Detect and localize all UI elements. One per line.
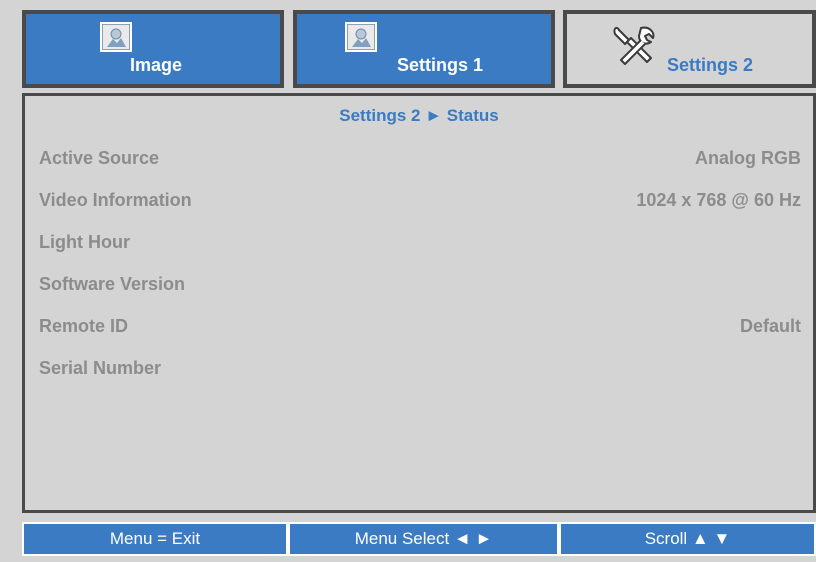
row-label: Software Version bbox=[39, 274, 186, 294]
image-icon bbox=[100, 22, 132, 52]
osd-menu: Image Settings 1 Settings 2 Settings 2 ►… bbox=[0, 0, 816, 562]
row-value: Analog RGB bbox=[695, 148, 801, 168]
row-label: Light Hour bbox=[39, 232, 130, 252]
tab-settings-1-label: Settings 1 bbox=[397, 55, 484, 75]
scroll-hint[interactable]: Scroll ▲ ▼ bbox=[559, 522, 816, 556]
status-row-video-information[interactable]: Video Information 1024 x 768 @ 60 Hz bbox=[39, 190, 801, 214]
status-row-software-version[interactable]: Software Version bbox=[39, 274, 801, 298]
status-row-serial-number[interactable]: Serial Number bbox=[39, 358, 801, 382]
row-label: Video Information bbox=[39, 190, 192, 210]
row-label: Serial Number bbox=[39, 358, 162, 378]
panel-title: Settings 2 ► Status bbox=[339, 106, 499, 125]
menu-select-hint[interactable]: Menu Select ◄ ► bbox=[288, 522, 559, 556]
tab-image[interactable]: Image bbox=[22, 10, 284, 88]
tools-icon bbox=[611, 24, 661, 75]
status-panel: Settings 2 ► Status Active Source Analog… bbox=[22, 93, 816, 513]
status-row-light-hour[interactable]: Light Hour bbox=[39, 232, 801, 256]
tab-image-label: Image bbox=[130, 55, 183, 75]
tab-settings-1[interactable]: Settings 1 bbox=[293, 10, 555, 88]
tab-settings-2[interactable]: Settings 2 bbox=[563, 10, 816, 88]
image-icon bbox=[345, 22, 377, 52]
row-label: Active Source bbox=[39, 148, 160, 168]
row-value: 1024 x 768 @ 60 Hz bbox=[636, 190, 801, 210]
row-label: Remote ID bbox=[39, 316, 129, 336]
footer-hints: Menu = Exit Menu Select ◄ ► Scroll ▲ ▼ bbox=[22, 522, 816, 556]
status-row-remote-id[interactable]: Remote ID Default bbox=[39, 316, 801, 340]
status-row-active-source[interactable]: Active Source Analog RGB bbox=[39, 148, 801, 172]
menu-exit-hint[interactable]: Menu = Exit bbox=[22, 522, 288, 556]
tab-settings-2-label: Settings 2 bbox=[667, 55, 754, 75]
row-value: Default bbox=[739, 316, 801, 336]
